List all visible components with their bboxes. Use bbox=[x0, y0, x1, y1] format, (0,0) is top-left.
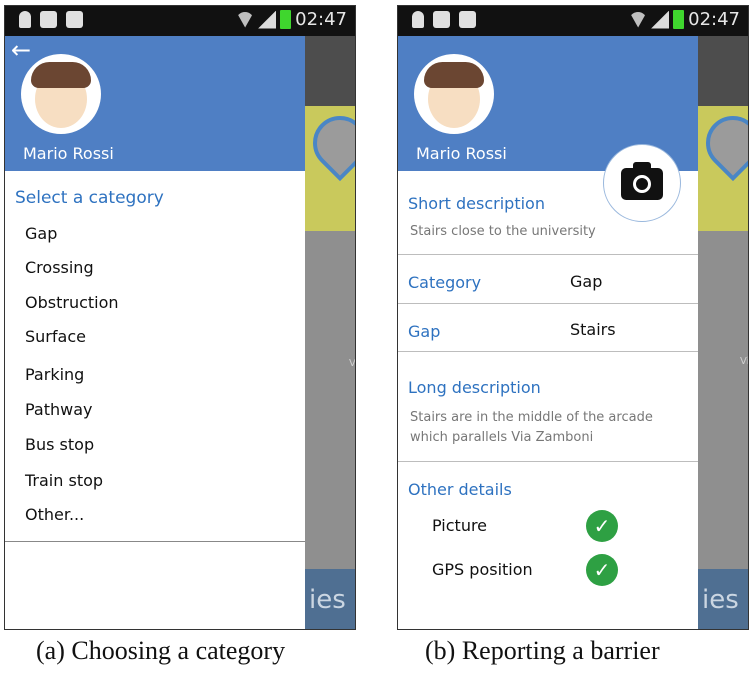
category-item-train-stop[interactable]: Train stop bbox=[25, 471, 103, 490]
map-bottom-bar[interactable]: ies bbox=[305, 569, 355, 629]
navigation-drawer: ← Mario Rossi Select a category Gap Cros… bbox=[5, 36, 305, 629]
wifi-icon bbox=[236, 11, 255, 28]
divider bbox=[398, 303, 698, 304]
avatar[interactable] bbox=[414, 54, 494, 134]
category-item-gap[interactable]: Gap bbox=[25, 224, 57, 243]
category-label: Category bbox=[408, 273, 482, 292]
short-description-value[interactable]: Stairs close to the university bbox=[410, 222, 596, 242]
list-divider bbox=[5, 541, 305, 542]
category-item-obstruction[interactable]: Obstruction bbox=[25, 293, 119, 312]
picture-check-icon: ✓ bbox=[586, 510, 618, 542]
calendar-icon bbox=[433, 11, 450, 28]
wifi-icon bbox=[629, 11, 648, 28]
map-road-label: Via bbox=[740, 356, 748, 367]
status-time: 02:47 bbox=[295, 9, 347, 30]
caption-b: (b) Reporting a barrier bbox=[425, 636, 660, 665]
long-description-line-1[interactable]: Stairs are in the middle of the arcade bbox=[410, 408, 653, 428]
long-description-line-2[interactable]: which parallels Via Zamboni bbox=[410, 428, 593, 448]
category-item-surface[interactable]: Surface bbox=[25, 327, 86, 346]
screen-choose-category: 02:47 Via ies ← Mario Rossi Select a cat… bbox=[4, 5, 356, 630]
user-name: Mario Rossi bbox=[416, 144, 507, 163]
status-bar: 02:47 bbox=[398, 6, 748, 36]
signal-icon bbox=[258, 10, 277, 29]
category-item-pathway[interactable]: Pathway bbox=[25, 400, 93, 419]
back-arrow-icon[interactable]: ← bbox=[11, 38, 31, 62]
caption-a: (a) Choosing a category bbox=[36, 636, 286, 665]
location-pin-icon bbox=[412, 11, 424, 28]
map-bottom-bar[interactable]: ies bbox=[698, 569, 748, 629]
battery-icon bbox=[280, 10, 292, 29]
location-pin-icon bbox=[19, 11, 31, 28]
battery-icon bbox=[673, 10, 685, 29]
screen-report-barrier: 02:47 Via ies Mario Rossi Short descript… bbox=[397, 5, 749, 630]
gap-value[interactable]: Stairs bbox=[570, 320, 616, 339]
gps-position-label: GPS position bbox=[432, 560, 533, 579]
divider bbox=[398, 351, 698, 352]
map-bottom-text: ies bbox=[309, 585, 346, 615]
map-background[interactable]: Via ies bbox=[301, 36, 356, 629]
category-item-crossing[interactable]: Crossing bbox=[25, 258, 94, 277]
photo-icon bbox=[459, 11, 476, 28]
signal-icon bbox=[651, 10, 670, 29]
camera-icon bbox=[621, 162, 663, 200]
user-name: Mario Rossi bbox=[23, 144, 114, 163]
gps-check-icon: ✓ bbox=[586, 554, 618, 586]
picture-label: Picture bbox=[432, 516, 488, 535]
short-description-label: Short description bbox=[408, 194, 545, 213]
category-item-other[interactable]: Other... bbox=[25, 505, 84, 524]
calendar-icon bbox=[40, 11, 57, 28]
long-description-label: Long description bbox=[408, 378, 541, 397]
gap-label: Gap bbox=[408, 322, 441, 341]
map-background[interactable]: Via ies bbox=[694, 36, 748, 629]
status-time: 02:47 bbox=[688, 9, 740, 30]
map-road-label: Via bbox=[349, 358, 356, 369]
other-details-label: Other details bbox=[408, 480, 512, 499]
drawer-header: ← Mario Rossi bbox=[5, 36, 305, 171]
camera-button[interactable] bbox=[603, 144, 681, 222]
category-heading: Select a category bbox=[15, 188, 164, 208]
map-bottom-text: ies bbox=[702, 585, 739, 615]
report-form-panel: Mario Rossi Short description Stairs clo… bbox=[398, 36, 698, 629]
photo-icon bbox=[66, 11, 83, 28]
status-bar: 02:47 bbox=[5, 6, 355, 36]
divider bbox=[398, 254, 698, 255]
category-value[interactable]: Gap bbox=[570, 272, 602, 291]
category-item-bus-stop[interactable]: Bus stop bbox=[25, 435, 94, 454]
divider bbox=[398, 461, 698, 462]
category-item-parking[interactable]: Parking bbox=[25, 365, 84, 384]
avatar[interactable] bbox=[21, 54, 101, 134]
